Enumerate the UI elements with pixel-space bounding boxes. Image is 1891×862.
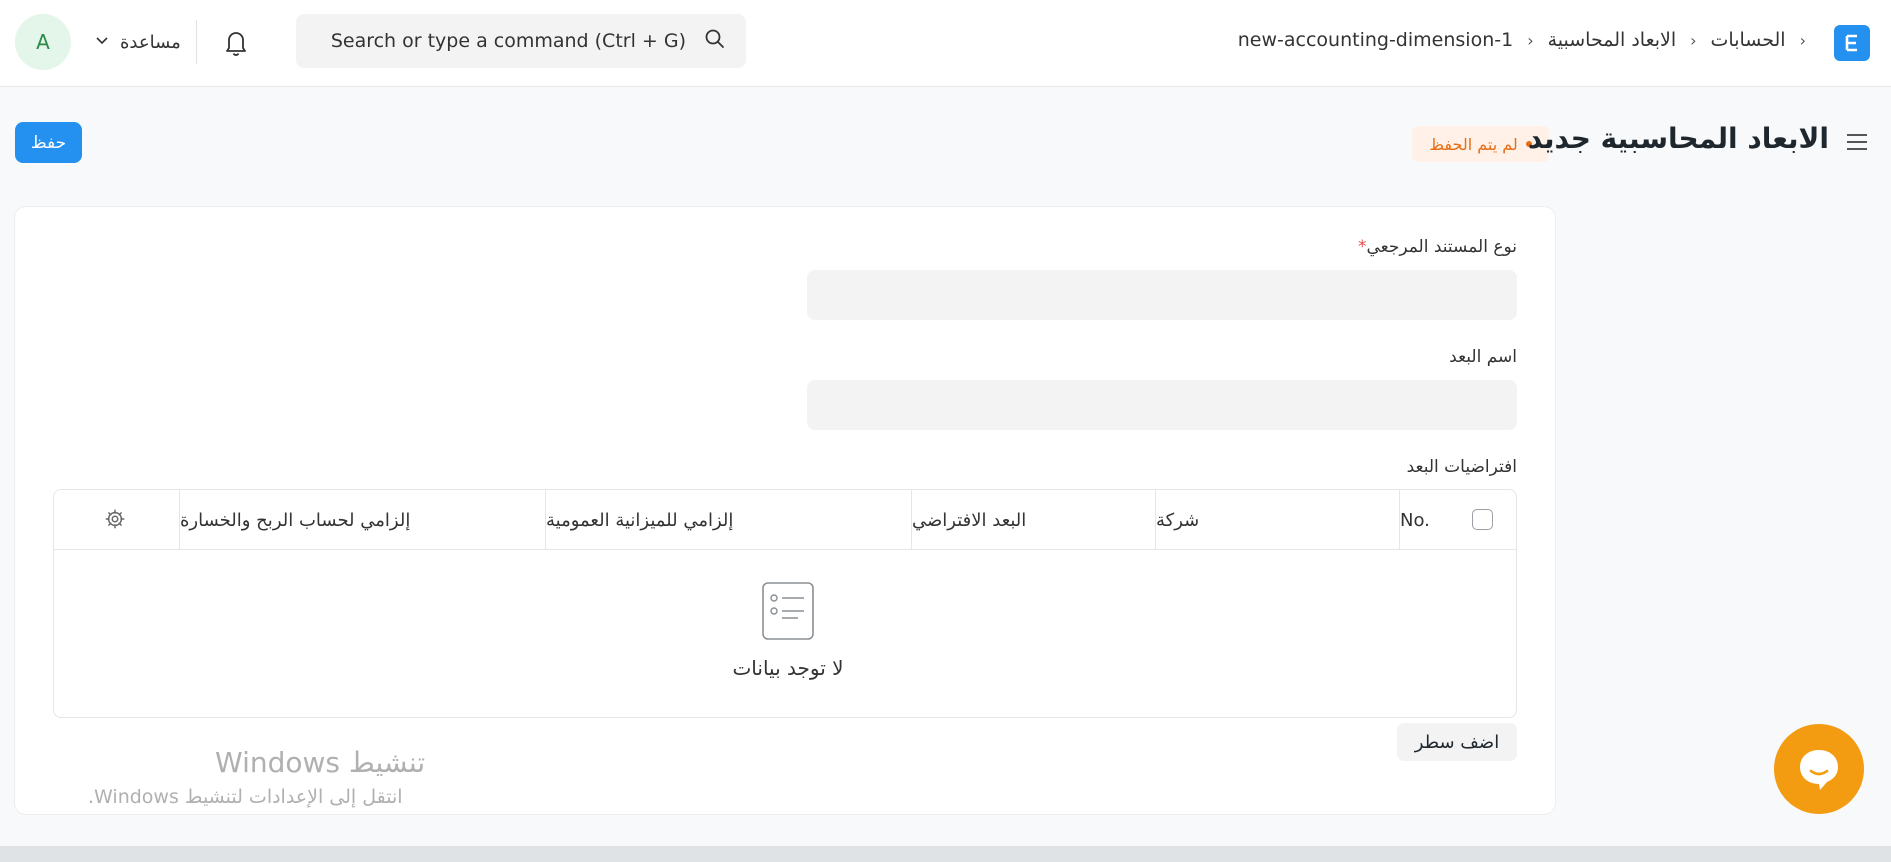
breadcrumb-separator: › <box>1690 30 1697 50</box>
table-header: No. شركة البعد الافتراضي إلزامي للميزاني… <box>54 490 1516 550</box>
help-dropdown[interactable]: مساعدة <box>94 28 181 56</box>
chat-button[interactable] <box>1774 724 1864 814</box>
column-header-default-dimension: البعد الافتراضي <box>911 490 1155 550</box>
help-label: مساعدة <box>120 31 181 53</box>
dimension-name-label: اسم البعد <box>1449 347 1517 367</box>
notifications-bell-icon[interactable] <box>221 26 251 58</box>
reference-doctype-label-text: نوع المستند المرجعي <box>1366 237 1517 257</box>
breadcrumb-separator: › <box>1799 30 1806 50</box>
chat-bubble-icon <box>1800 750 1838 790</box>
breadcrumb: new-accounting-dimension-1 › الابعاد الم… <box>1238 24 1806 56</box>
empty-state-text: لا توجد بيانات <box>732 656 844 680</box>
save-button[interactable]: حفظ <box>15 122 82 163</box>
select-all-checkbox[interactable] <box>1472 509 1493 530</box>
column-header-company: شركة <box>1155 490 1399 550</box>
add-row-button[interactable]: اضف سطر <box>1397 723 1517 761</box>
horizontal-scrollbar[interactable] <box>0 846 1891 862</box>
app-logo[interactable] <box>1834 25 1870 61</box>
page-title: الابعاد المحاسبية جديد <box>1527 122 1829 155</box>
chevron-down-icon <box>94 32 110 53</box>
windows-activation-subtitle: انتقل إلى الإعدادات لتنشيط Windows. <box>88 786 403 808</box>
empty-list-icon <box>762 582 814 640</box>
form-card: نوع المستند المرجعي* اسم البعد افتراضيات… <box>14 206 1556 815</box>
sidebar-toggle-icon[interactable] <box>1845 130 1869 154</box>
column-header-no: No. <box>1399 490 1516 550</box>
breadcrumb-item-document[interactable]: new-accounting-dimension-1 <box>1238 29 1513 51</box>
column-header-mandatory-profit-loss: إلزامي لحساب الربح والخسارة <box>179 490 545 550</box>
breadcrumb-item-accounts[interactable]: الحسابات <box>1711 29 1786 51</box>
navbar: A مساعدة Search or type a command (Ctrl … <box>0 0 1891 87</box>
navbar-divider <box>196 20 197 64</box>
gear-icon[interactable] <box>104 508 126 530</box>
status-text: لم يتم الحفظ <box>1429 134 1518 154</box>
search-icon <box>704 28 726 55</box>
dimension-defaults-table: No. شركة البعد الافتراضي إلزامي للميزاني… <box>53 489 1517 718</box>
search-bar[interactable]: Search or type a command (Ctrl + G) <box>296 14 746 68</box>
reference-doctype-input[interactable] <box>807 270 1517 320</box>
column-header-no-text: No. <box>1400 509 1430 531</box>
avatar-letter: A <box>36 30 50 54</box>
avatar[interactable]: A <box>15 14 71 70</box>
column-header-mandatory-balance-sheet: إلزامي للميزانية العمومية <box>545 490 911 550</box>
breadcrumb-item-accounting-dimension[interactable]: الابعاد المحاسبية <box>1548 29 1677 51</box>
reference-doctype-label: نوع المستند المرجعي* <box>1354 237 1517 257</box>
dimension-name-input[interactable] <box>807 380 1517 430</box>
windows-activation-title: تنشيط Windows <box>215 746 426 779</box>
dimension-defaults-label: افتراضيات البعد <box>1406 457 1517 477</box>
search-input[interactable]: Search or type a command (Ctrl + G) <box>331 30 686 52</box>
breadcrumb-separator: › <box>1527 30 1534 50</box>
